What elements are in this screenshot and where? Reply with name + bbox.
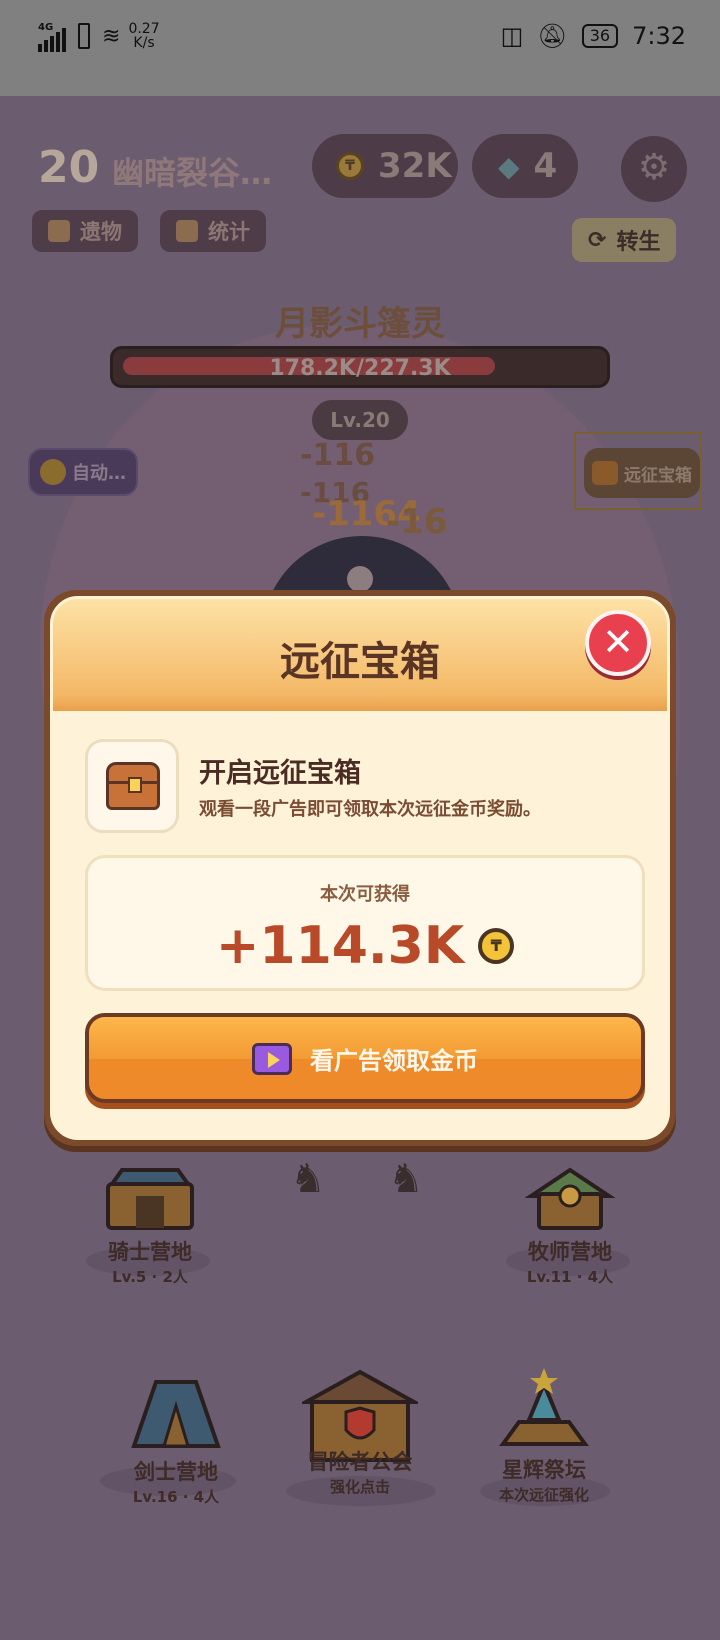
building-info: 强化点击 — [329, 1478, 390, 1496]
boss-hp-bar: 178.2K/227.3K — [110, 346, 610, 388]
watch-ad-label: 看广告领取金币 — [310, 1047, 478, 1075]
gem-value: 4 — [533, 146, 558, 186]
building-info: 本次远征强化 — [498, 1486, 589, 1504]
status-bar: 4G ≋ 0.27 K/s ◫ 🔕︎ 36 7:32 — [0, 0, 720, 96]
chest-button-label: 远征宝箱 — [624, 465, 692, 486]
reading-mode-icon: ◫ — [500, 22, 524, 50]
rebirth-label: 转生 — [616, 230, 661, 255]
wifi-icon: ≋ — [102, 23, 121, 49]
gem-icon: ◆ — [498, 149, 520, 183]
lightning-icon — [40, 459, 66, 485]
mute-bell-icon: 🔕︎ — [537, 22, 568, 50]
chest-tile — [85, 739, 179, 833]
video-ad-icon — [252, 1042, 292, 1075]
dialog-title: 远征宝箱 — [280, 639, 440, 685]
adventurer-guild[interactable]: 冒险者公会 强化点击 — [280, 1368, 440, 1497]
boss-name: 月影斗篷灵 — [275, 304, 445, 344]
rebirth-icon: ⟳ — [588, 227, 607, 253]
close-icon: ✕ — [602, 620, 634, 664]
chest-icon — [592, 461, 618, 485]
battery-indicator: 36 — [581, 24, 619, 48]
zone-name: 幽暗裂谷… — [112, 154, 273, 192]
coin-icon: ₸ — [478, 928, 515, 964]
swordsman-camp[interactable]: 剑士营地 Lv.16 · 4人 — [96, 1376, 256, 1507]
reward-label: 本次可获得 — [320, 884, 410, 905]
network-speed: 0.27 K/s — [128, 22, 159, 50]
reward-row: +114.3K ₸ — [88, 916, 642, 976]
building-info: Lv.5 · 2人 — [112, 1268, 188, 1286]
stats-label: 统计 — [208, 220, 250, 244]
building-name: 星辉祭坛 — [502, 1458, 586, 1482]
priest-camp[interactable]: 牧师营地 Lv.11 · 4人 — [490, 1166, 650, 1287]
stats-icon — [176, 220, 198, 242]
clock: 7:32 — [632, 22, 686, 50]
gem-counter: ◆ 4 — [472, 134, 578, 198]
watch-ad-row: 看广告领取金币 — [89, 1041, 641, 1076]
tent-icon — [131, 1380, 221, 1448]
auto-button[interactable]: 自动… — [28, 448, 138, 496]
sim-icon — [78, 23, 90, 49]
reward-panel: 本次可获得 +114.3K ₸ — [85, 855, 645, 991]
close-button[interactable]: ✕ — [585, 610, 651, 676]
building-name: 剑士营地 — [134, 1460, 218, 1484]
camp-building-icon — [106, 1168, 194, 1230]
network-type: 4G — [38, 22, 54, 33]
dialog-heading: 开启远征宝箱 — [199, 758, 361, 789]
coin-icon: ₸ — [336, 152, 364, 180]
settings-button[interactable]: ⚙ — [621, 136, 687, 202]
stage-level: 20 — [38, 142, 100, 193]
gold-value: 32K — [378, 146, 452, 186]
hero-sprite: ♞ — [388, 1156, 424, 1202]
reward-value: +114.3K — [215, 916, 465, 976]
dialog-description: 观看一段广告即可领取本次远征金币奖励。 — [199, 799, 541, 820]
relics-label: 遗物 — [80, 220, 122, 244]
dialog-panel: 远征宝箱 开启远征宝箱 观看一段广告即可领取本次远征金币奖励。 本次可获得 +1… — [50, 596, 670, 1140]
status-left: 4G ≋ 0.27 K/s — [38, 20, 160, 52]
star-altar[interactable]: 星辉祭坛 本次远征强化 — [464, 1364, 624, 1505]
stats-button[interactable]: 统计 — [160, 210, 266, 252]
relics-button[interactable]: 遗物 — [32, 210, 138, 252]
speed-value: 0.27 — [128, 21, 160, 37]
auto-label: 自动… — [72, 463, 126, 484]
rebirth-button[interactable]: ⟳ 转生 — [572, 218, 677, 262]
building-info: Lv.11 · 4人 — [526, 1268, 614, 1286]
gear-icon: ⚙ — [637, 147, 671, 188]
expedition-chest-button[interactable]: 远征宝箱 — [584, 448, 700, 498]
dialog-body: 开启远征宝箱 观看一段广告即可领取本次远征金币奖励。 本次可获得 +114.3K… — [53, 711, 667, 1137]
target-marker — [347, 566, 373, 592]
gold-counter: ₸ 32K — [312, 134, 458, 198]
building-name: 骑士营地 — [108, 1240, 192, 1264]
speed-unit: K/s — [133, 35, 155, 51]
altar-icon — [499, 1368, 589, 1446]
status-right: ◫ 🔕︎ 36 7:32 — [501, 22, 686, 50]
chest-icon — [106, 762, 160, 810]
expedition-chest-dialog: 远征宝箱 开启远征宝箱 观看一段广告即可领取本次远征金币奖励。 本次可获得 +1… — [44, 590, 676, 1146]
building-info: Lv.16 · 4人 — [132, 1488, 220, 1506]
boss-hp-text: 178.2K/227.3K — [269, 356, 451, 381]
building-name: 牧师营地 — [528, 1240, 612, 1264]
boss-level: Lv.20 — [312, 400, 408, 440]
relic-icon — [48, 220, 70, 242]
knight-camp[interactable]: 骑士营地 Lv.5 · 2人 — [70, 1166, 230, 1287]
hero-sprite: ♞ — [290, 1156, 326, 1202]
camp-building-icon — [524, 1167, 616, 1230]
damage-number: -16 — [386, 502, 448, 542]
dialog-header: 远征宝箱 — [53, 599, 667, 711]
damage-number: -116 — [300, 438, 376, 473]
watch-ad-button[interactable]: 看广告领取金币 — [85, 1013, 645, 1103]
